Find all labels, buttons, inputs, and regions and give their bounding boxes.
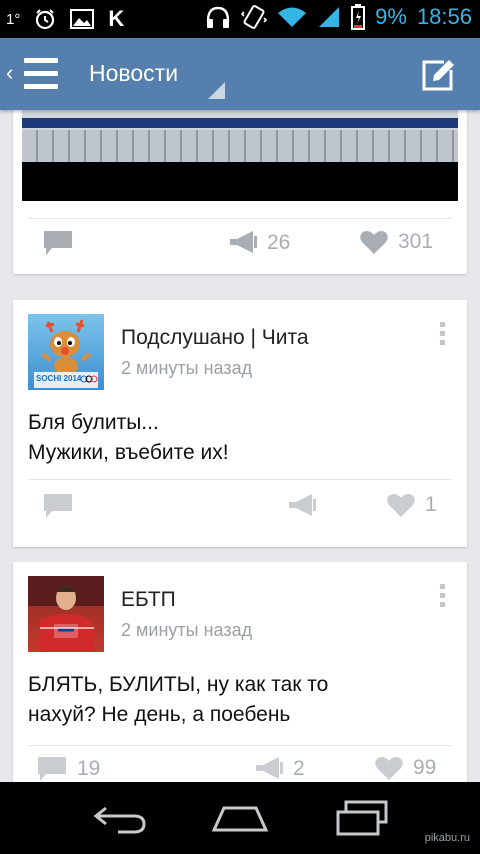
avatar[interactable]: SOCHI 2014: [28, 314, 104, 390]
post-text-line: нахуй? Не день, а поебень: [28, 703, 291, 726]
comment-count: 19: [77, 757, 101, 780]
repost-button[interactable]: [288, 493, 316, 519]
action-bar: ‹ Новости: [0, 38, 480, 110]
watermark: pikabu.ru: [424, 832, 470, 844]
back-chevron-icon[interactable]: ‹: [6, 60, 13, 86]
comment-button[interactable]: [43, 230, 73, 256]
post-text: БЛЯТЬ, БУЛИТЫ, ну как так то нахуй? Не д…: [28, 670, 328, 730]
headset-icon: [206, 6, 230, 28]
alarm-icon: [36, 9, 55, 30]
compose-icon[interactable]: [420, 56, 458, 92]
system-nav-bar: pikabu.ru: [0, 782, 480, 854]
post-text: Бля булиты... Мужики, въебите их!: [28, 408, 229, 468]
avatar-logo-text: SOCHI 2014: [36, 374, 82, 383]
like-button[interactable]: 99: [375, 756, 436, 780]
more-options-icon[interactable]: [440, 322, 446, 346]
repost-count: 26: [267, 231, 291, 254]
image-icon: [70, 9, 95, 29]
home-icon[interactable]: [210, 800, 270, 836]
like-count: 99: [413, 756, 437, 779]
menu-icon[interactable]: [24, 58, 58, 90]
status-bar: 1° K 9% 18:56: [0, 0, 480, 38]
news-feed[interactable]: 26 301 SOCHI 2014 Подслушано | Чита 2 ми…: [0, 110, 480, 782]
battery-percent: 9%: [375, 4, 407, 29]
comment-button[interactable]: [43, 493, 73, 519]
back-icon[interactable]: [92, 800, 148, 836]
like-button[interactable]: 301: [360, 230, 433, 254]
wifi-icon: [278, 7, 307, 27]
megaphone-icon: [230, 231, 257, 253]
post-actions: 26 301: [13, 226, 467, 266]
hockey-player-photo: [28, 576, 104, 652]
post-time: 2 минуты назад: [121, 358, 253, 378]
page-title[interactable]: Новости: [89, 60, 178, 87]
post-actions: 1: [13, 488, 467, 528]
repost-button[interactable]: 26: [229, 230, 290, 256]
author-name[interactable]: Подслушано | Чита: [121, 326, 309, 350]
megaphone-icon: [256, 757, 283, 779]
heart-icon: [375, 757, 403, 780]
like-count: 301: [398, 230, 434, 253]
post-time: 2 минуты назад: [121, 620, 253, 640]
comment-button[interactable]: 19: [37, 756, 100, 782]
avatar[interactable]: [28, 576, 104, 652]
divider: [28, 745, 452, 746]
comment-icon: [44, 231, 72, 255]
post-card: ЕБТП 2 минуты назад БЛЯТЬ, БУЛИТЫ, ну ка…: [13, 562, 467, 782]
post-text-line: БЛЯТЬ, БУЛИТЫ, ну как так то: [28, 673, 329, 696]
notification-count: 1°: [6, 10, 21, 28]
repost-button[interactable]: 2: [255, 756, 305, 782]
heart-icon: [360, 231, 388, 254]
post-actions: 19 2 99: [13, 754, 467, 782]
comment-icon: [38, 757, 66, 781]
post-card: SOCHI 2014 Подслушано | Чита 2 минуты на…: [13, 300, 467, 547]
hockey-rink-image: [22, 110, 458, 162]
vk-icon: K: [108, 6, 125, 31]
battery-icon: [351, 4, 366, 30]
megaphone-icon: [289, 494, 316, 516]
signal-icon: [319, 7, 340, 27]
repost-count: 2: [293, 757, 305, 780]
more-options-icon[interactable]: [440, 584, 446, 608]
author-name[interactable]: ЕБТП: [121, 588, 176, 612]
comment-icon: [44, 494, 72, 518]
divider: [28, 479, 452, 480]
dropdown-corner-icon[interactable]: [208, 82, 225, 99]
like-count: 1: [425, 493, 437, 516]
like-button[interactable]: 1: [387, 493, 437, 517]
clock: 18:56: [416, 4, 472, 29]
post-text-line: Мужики, въебите их!: [28, 441, 229, 464]
vibrate-icon: [241, 5, 268, 29]
post-card: 26 301: [13, 110, 467, 274]
divider: [28, 218, 452, 219]
video-thumbnail[interactable]: [22, 110, 458, 201]
heart-icon: [387, 494, 415, 517]
recent-apps-icon[interactable]: [334, 800, 390, 836]
post-text-line: Бля булиты...: [28, 411, 159, 434]
